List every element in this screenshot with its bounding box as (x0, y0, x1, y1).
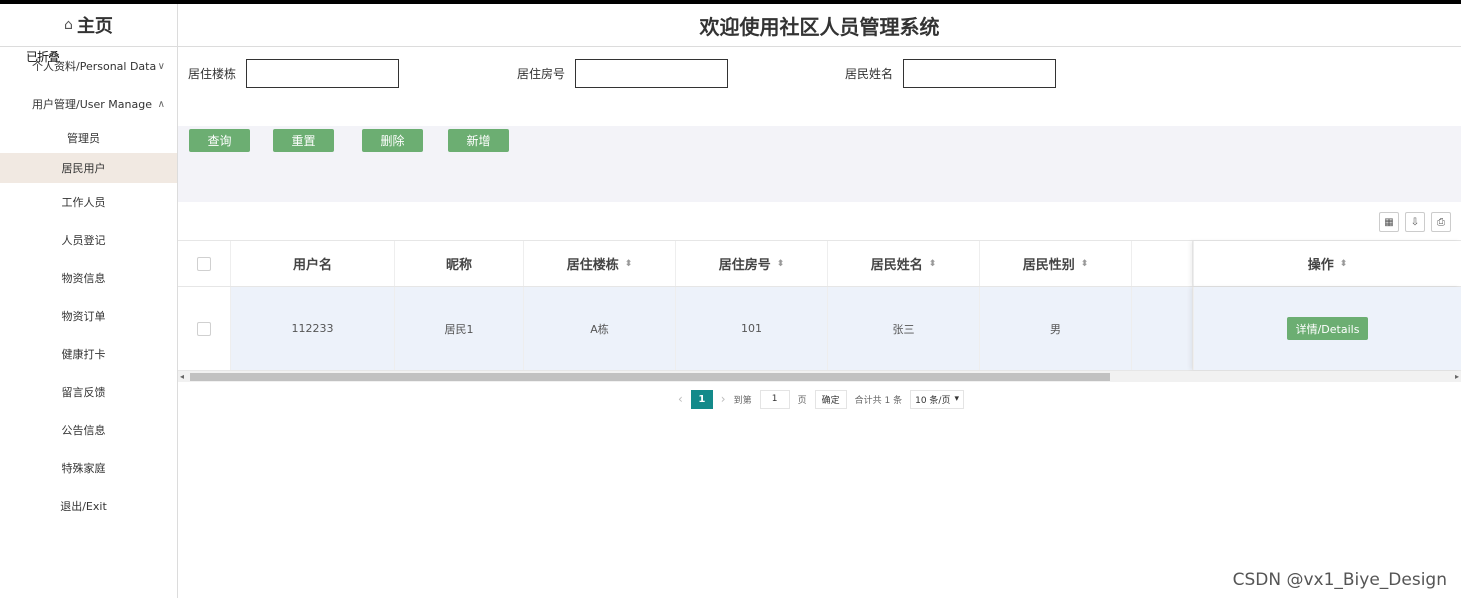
sidebar-item-announcements[interactable]: 公告信息 (0, 411, 177, 449)
scroll-left-icon[interactable]: ◂ (180, 371, 184, 382)
export-icon[interactable]: ⇩ (1405, 212, 1425, 232)
collapse-tooltip: 已折叠 (26, 50, 60, 64)
filter-label: 居民姓名 (845, 67, 894, 81)
chevron-up-icon: ∧ (157, 98, 165, 110)
goto-page-input[interactable]: 1 (759, 389, 790, 409)
column-header-hidden (1132, 241, 1193, 286)
building-input[interactable] (246, 59, 400, 88)
column-header-room[interactable]: 居住房号 ⬍ (676, 241, 828, 286)
sidebar-item-registration[interactable]: 人员登记 (0, 221, 177, 259)
sort-icon[interactable]: ⬍ (1340, 259, 1348, 269)
sidebar: ⌂ 主页 个人资料/Personal Data ∨ 用户管理/User Mana… (0, 4, 178, 598)
filter-label: 居住房号 (517, 67, 566, 81)
home-icon: ⌂ (64, 17, 73, 33)
column-header-actions[interactable]: 操作 ⬍ (1193, 241, 1461, 286)
next-page-icon[interactable]: › (721, 392, 726, 406)
select-all-cell (178, 241, 231, 286)
header-label: 居住房号 (718, 258, 771, 273)
grid-icon[interactable]: ▦ (1379, 212, 1399, 232)
cell-building: A栋 (524, 287, 676, 370)
sort-icon[interactable]: ⬍ (777, 259, 785, 269)
table-row[interactable]: 112233 居民1 A栋 101 张三 男 详情/Details (178, 287, 1461, 371)
add-button[interactable]: 新增 (448, 129, 509, 152)
cell-hidden (1132, 287, 1193, 370)
sidebar-item-staff[interactable]: 工作人员 (0, 183, 177, 221)
sidebar-item-feedback[interactable]: 留言反馈 (0, 373, 177, 411)
page-unit-label: 页 (797, 395, 807, 406)
row-checkbox[interactable] (197, 321, 211, 336)
menu-group-label: 用户管理/User Manage (32, 98, 152, 111)
header-label: 操作 (1307, 258, 1334, 273)
cell-room: 101 (676, 287, 828, 370)
select-all-checkbox[interactable] (197, 256, 211, 271)
sidebar-item-residents[interactable]: 居民用户 (0, 153, 177, 183)
room-input[interactable] (575, 59, 729, 88)
goto-label: 到第 (733, 395, 752, 406)
header-label: 居住楼栋 (566, 258, 619, 273)
scroll-right-icon[interactable]: ▸ (1455, 371, 1459, 382)
menu-group-user-manage[interactable]: 用户管理/User Manage ∧ (0, 85, 177, 123)
name-input[interactable] (903, 59, 1057, 88)
cell-username: 112233 (231, 287, 395, 370)
delete-button[interactable]: 删除 (362, 129, 423, 152)
cell-nickname: 居民1 (395, 287, 524, 370)
column-header-nickname: 昵称 (395, 241, 524, 286)
filter-label: 居住楼栋 (188, 67, 237, 81)
filter-bar: 居住楼栋 居住房号 居民姓名 (178, 47, 1461, 125)
column-header-name[interactable]: 居民姓名 ⬍ (828, 241, 980, 286)
sort-icon[interactable]: ⬍ (625, 259, 633, 269)
details-button[interactable]: 详情/Details (1286, 317, 1369, 340)
sidebar-item-special-families[interactable]: 特殊家庭 (0, 449, 177, 487)
home-link[interactable]: ⌂ 主页 (0, 4, 177, 47)
cell-actions: 详情/Details (1193, 287, 1461, 370)
header-label: 居民性别 (1022, 258, 1075, 273)
main-content: 欢迎使用社区人员管理系统 居住楼栋 居住房号 居民姓名 查询 重置 删除 新增 … (178, 4, 1461, 598)
cell-name: 张三 (828, 287, 980, 370)
column-header-building[interactable]: 居住楼栋 ⬍ (524, 241, 676, 286)
print-icon[interactable]: ⎙ (1431, 212, 1451, 232)
header-label: 昵称 (445, 258, 472, 273)
row-select-cell (178, 287, 231, 370)
pagination: ‹ 1 › 到第 1 页 确定 合计共 1 条 10 条/页 ▾ (178, 382, 1461, 416)
page-title: 欢迎使用社区人员管理系统 (178, 4, 1461, 47)
watermark: CSDN @vx1_Biye_Design (1232, 570, 1447, 590)
home-label: 主页 (76, 16, 113, 37)
sidebar-item-health-checkin[interactable]: 健康打卡 (0, 335, 177, 373)
table-header: 用户名 昵称 居住楼栋 ⬍ 居住房号 ⬍ 居民姓名 ⬍ 居民性别 ⬍ 操作 ⬍ (178, 240, 1461, 287)
page-size-value: 10 条/页 (915, 395, 951, 406)
filter-building: 居住楼栋 (188, 59, 400, 88)
header-label: 居民姓名 (870, 258, 923, 273)
sidebar-item-supply-orders[interactable]: 物资订单 (0, 297, 177, 335)
query-button[interactable]: 查询 (189, 129, 250, 152)
chevron-down-icon: ∨ (157, 60, 165, 72)
goto-confirm-button[interactable]: 确定 (814, 389, 847, 409)
table-toolbar: ▦ ⇩ ⎙ (1379, 212, 1451, 232)
page-button-current[interactable]: 1 (690, 389, 713, 409)
action-bar: 查询 重置 删除 新增 (178, 126, 1461, 202)
sidebar-item-supplies[interactable]: 物资信息 (0, 259, 177, 297)
data-table: 用户名 昵称 居住楼栋 ⬍ 居住房号 ⬍ 居民姓名 ⬍ 居民性别 ⬍ 操作 ⬍ 11223… (178, 240, 1461, 382)
reset-button[interactable]: 重置 (273, 129, 334, 152)
scrollbar-thumb[interactable] (190, 373, 1110, 381)
column-header-gender[interactable]: 居民性别 ⬍ (980, 241, 1132, 286)
filter-room: 居住房号 (517, 59, 729, 88)
sidebar-item-admin[interactable]: 管理员 (0, 123, 177, 153)
header-label: 用户名 (292, 258, 332, 273)
horizontal-scrollbar[interactable]: ◂ ▸ (178, 371, 1461, 382)
column-header-username: 用户名 (231, 241, 395, 286)
chevron-down-icon: ▾ (954, 394, 959, 404)
sort-icon[interactable]: ⬍ (929, 259, 937, 269)
prev-page-icon[interactable]: ‹ (678, 392, 683, 406)
page-size-select[interactable]: 10 条/页 ▾ (910, 389, 964, 409)
filter-name: 居民姓名 (845, 59, 1057, 88)
total-count: 合计共 1 条 (854, 395, 903, 406)
sort-icon[interactable]: ⬍ (1081, 259, 1089, 269)
sidebar-item-exit[interactable]: 退出/Exit (0, 487, 177, 525)
cell-gender: 男 (980, 287, 1132, 370)
